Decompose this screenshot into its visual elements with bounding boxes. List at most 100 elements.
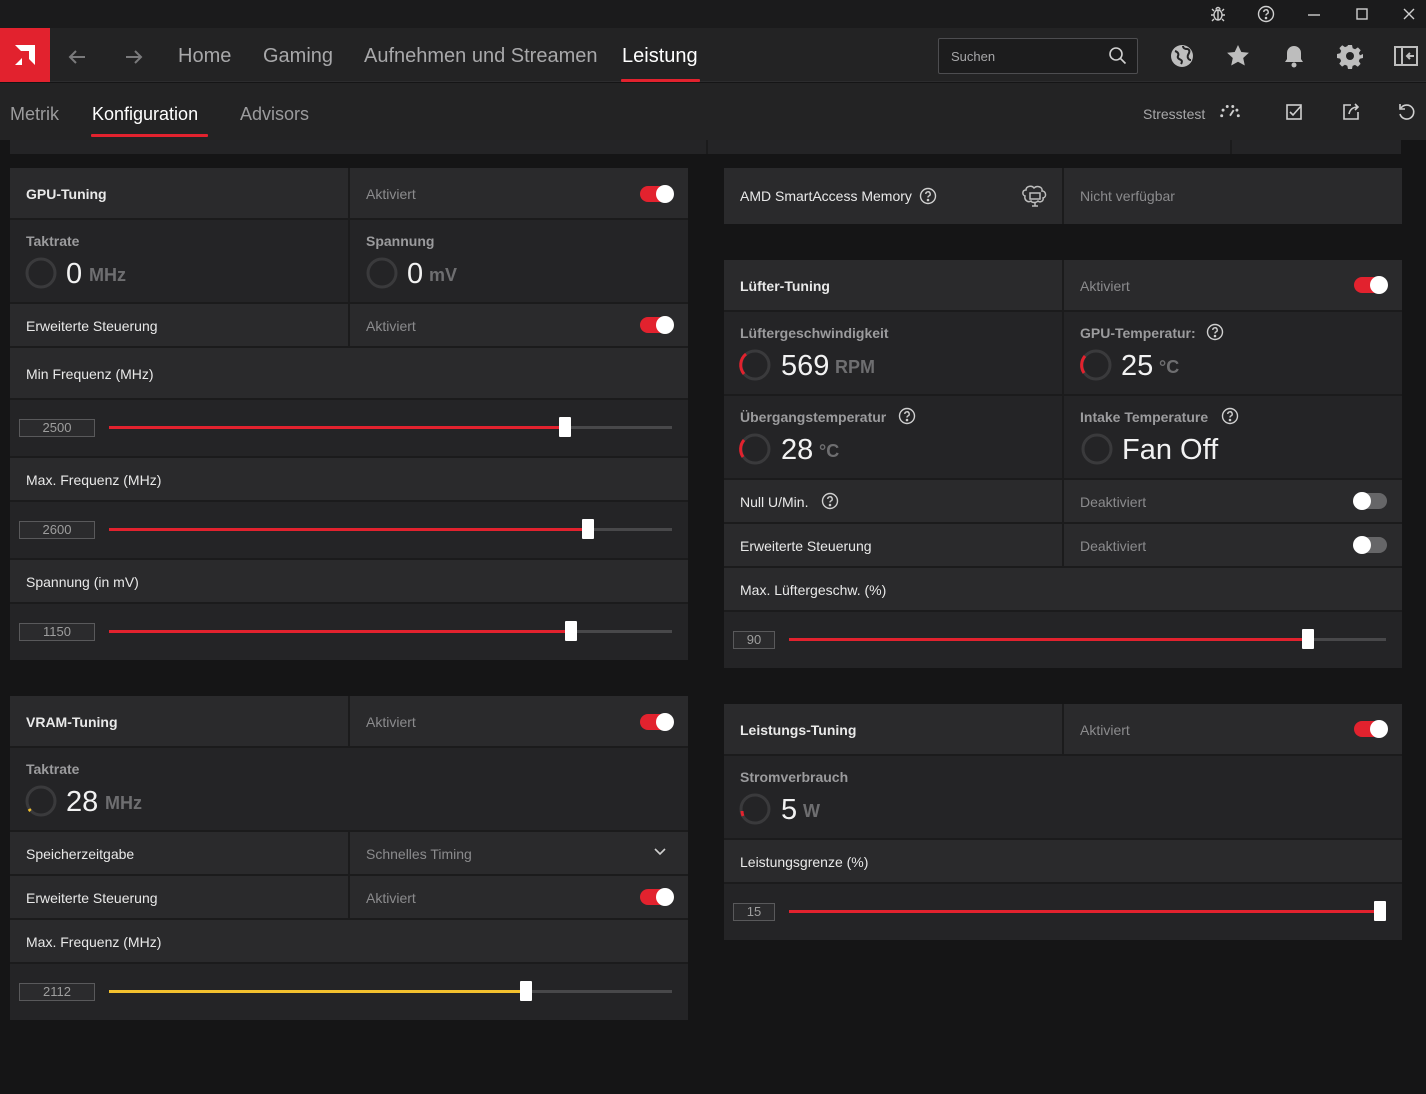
tab-advisors[interactable]: Advisors xyxy=(240,104,309,125)
fan-tuning-toggle[interactable] xyxy=(1354,276,1388,294)
gpu-max-freq-slider[interactable] xyxy=(109,519,672,539)
sam-status: Nicht verfügbar xyxy=(1080,188,1175,204)
gear-icon[interactable] xyxy=(1336,42,1364,70)
brain-chip-icon xyxy=(1020,184,1050,208)
stresstest-label[interactable]: Stresstest xyxy=(1143,106,1205,122)
toggle-knob xyxy=(656,316,674,334)
slider-handle[interactable] xyxy=(1302,629,1314,649)
gpu-clock-label: Taktrate xyxy=(26,233,80,249)
gpu-clock-value: 0 xyxy=(66,258,83,290)
power-limit-slider[interactable] xyxy=(789,901,1386,921)
junction-temp-value: 28 xyxy=(781,434,814,466)
gpu-temp-label: GPU-Temperatur: xyxy=(1080,325,1196,341)
gpu-advanced-status: Aktiviert xyxy=(366,318,416,334)
slider-handle[interactable] xyxy=(520,981,532,1001)
gpu-voltage-unit: mV xyxy=(429,265,458,285)
title-bar xyxy=(0,0,1426,28)
fan-max-speed-label: Max. Lüftergeschw. (%) xyxy=(740,582,887,598)
zero-rpm-help-icon[interactable] xyxy=(821,492,839,510)
fan-max-speed-value[interactable]: 90 xyxy=(733,631,775,649)
search-icon[interactable] xyxy=(1108,46,1128,66)
export-icon[interactable] xyxy=(1339,100,1363,124)
power-tuning-toggle[interactable] xyxy=(1354,720,1388,738)
gpu-min-freq-value[interactable]: 2500 xyxy=(19,419,95,437)
nav-item-recording[interactable]: Aufnehmen und Streamen xyxy=(364,45,598,68)
vram-max-freq-slider[interactable] xyxy=(109,981,672,1001)
nav-active-indicator xyxy=(621,79,700,82)
vram-tuning-toggle[interactable] xyxy=(640,713,674,731)
gpu-tuning-toggle[interactable] xyxy=(640,185,674,203)
amd-logo[interactable] xyxy=(0,28,50,82)
help-icon[interactable] xyxy=(1255,3,1277,25)
sam-help-icon[interactable] xyxy=(919,187,937,205)
globe-icon[interactable] xyxy=(1168,42,1196,70)
slider-handle[interactable] xyxy=(582,519,594,539)
vram-clock-value: 28 xyxy=(66,786,99,818)
slider-handle[interactable] xyxy=(559,417,571,437)
slider-handle[interactable] xyxy=(565,621,577,641)
gpu-max-freq-value[interactable]: 2600 xyxy=(19,521,95,539)
tab-metrics[interactable]: Metrik xyxy=(10,104,59,125)
vram-max-freq-label: Max. Frequenz (MHz) xyxy=(26,934,162,950)
fan-advanced-toggle[interactable] xyxy=(1353,536,1387,554)
power-consumption-gauge xyxy=(739,793,771,825)
gpu-tuning-status: Aktiviert xyxy=(366,186,416,202)
slider-fill xyxy=(789,638,1308,641)
tab-configuration[interactable]: Konfiguration xyxy=(92,104,198,125)
search-input[interactable] xyxy=(951,47,1101,65)
junction-temp-help-icon[interactable] xyxy=(898,407,916,425)
apply-icon[interactable] xyxy=(1282,100,1306,124)
vram-advanced-status: Aktiviert xyxy=(366,890,416,906)
nav-item-performance[interactable]: Leistung xyxy=(622,45,698,68)
reset-icon[interactable] xyxy=(1394,100,1418,124)
power-tuning-status: Aktiviert xyxy=(1080,722,1130,738)
vram-advanced-toggle[interactable] xyxy=(640,888,674,906)
nav-item-home[interactable]: Home xyxy=(178,45,231,68)
gpu-temp-unit: °C xyxy=(1159,357,1180,377)
zero-rpm-label: Null U/Min. xyxy=(740,494,809,510)
gpu-clock-unit: MHz xyxy=(89,265,126,285)
gpu-voltage-slider[interactable] xyxy=(109,621,672,641)
fan-tuning-status: Aktiviert xyxy=(1080,278,1130,294)
fan-tuning-panel: Lüfter-Tuning Aktiviert Lüftergeschwindi… xyxy=(724,260,1402,668)
gpu-temp-help-icon[interactable] xyxy=(1206,323,1224,341)
vram-max-freq-value[interactable]: 2112 xyxy=(19,983,95,1001)
vram-timing-dropdown[interactable]: Schnelles Timing xyxy=(350,832,688,874)
fan-advanced-status: Deaktiviert xyxy=(1080,538,1147,554)
back-arrow-icon[interactable] xyxy=(64,44,90,70)
nav-item-gaming[interactable]: Gaming xyxy=(263,45,333,68)
gpu-voltage-slider-value[interactable]: 1150 xyxy=(19,623,95,641)
fan-speed-gauge xyxy=(739,349,771,381)
search-box xyxy=(938,38,1138,74)
gpu-voltage-slider-label: Spannung (in mV) xyxy=(26,574,139,590)
gpu-min-freq-label: Min Frequenz (MHz) xyxy=(26,366,154,382)
toggle-knob xyxy=(1370,720,1388,738)
vram-clock-unit: MHz xyxy=(105,793,142,813)
gpu-voltage-gauge xyxy=(366,257,398,289)
gpu-advanced-toggle[interactable] xyxy=(640,316,674,334)
close-icon[interactable] xyxy=(1398,3,1420,25)
gpu-min-freq-slider[interactable] xyxy=(109,417,672,437)
gpu-tuning-panel: GPU-Tuning Aktiviert Taktrate 0 MHz Span… xyxy=(10,168,688,660)
power-limit-value[interactable]: 15 xyxy=(733,903,775,921)
maximize-icon[interactable] xyxy=(1351,3,1373,25)
stresstest-gauge-icon[interactable] xyxy=(1218,100,1242,124)
zero-rpm-toggle[interactable] xyxy=(1353,492,1387,510)
minimize-icon[interactable] xyxy=(1303,3,1325,25)
sidebar-icon[interactable] xyxy=(1392,42,1420,70)
forward-arrow-icon[interactable] xyxy=(121,44,147,70)
vram-advanced-label: Erweiterte Steuerung xyxy=(26,890,158,906)
power-consumption-value: 5 xyxy=(781,794,798,826)
subnav-active-indicator xyxy=(91,134,208,137)
bug-icon[interactable] xyxy=(1207,3,1229,25)
star-icon[interactable] xyxy=(1224,42,1252,70)
chevron-down-icon xyxy=(652,844,668,860)
fan-max-speed-slider[interactable] xyxy=(789,629,1386,649)
bell-icon[interactable] xyxy=(1280,42,1308,70)
slider-fill xyxy=(109,630,571,633)
slider-handle[interactable] xyxy=(1374,901,1386,921)
panel-divider xyxy=(1230,140,1232,154)
intake-temp-help-icon[interactable] xyxy=(1221,407,1239,425)
vram-timing-value: Schnelles Timing xyxy=(366,846,472,862)
smart-access-memory-panel: AMD SmartAccess Memory Nicht verfügbar xyxy=(724,168,1402,224)
